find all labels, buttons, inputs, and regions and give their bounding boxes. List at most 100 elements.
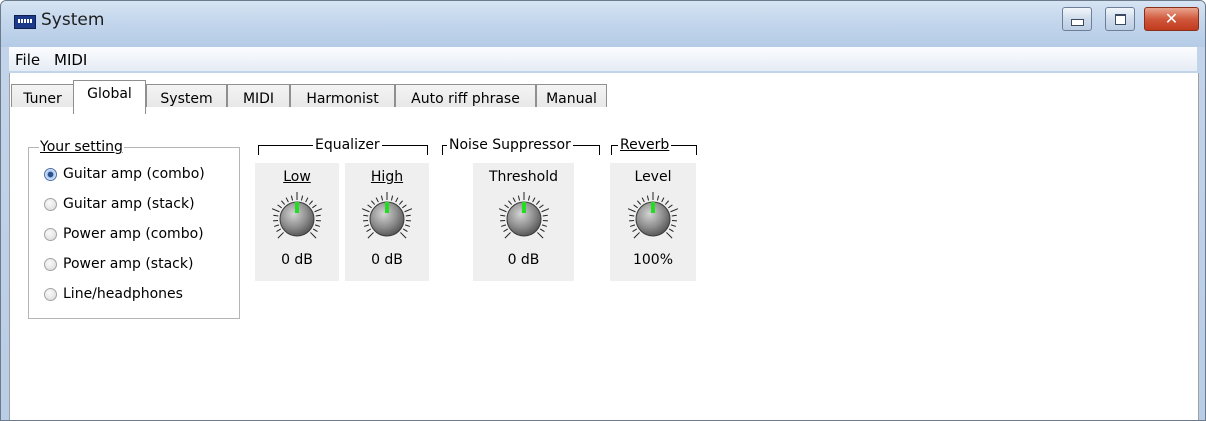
your-setting-title-text: Your setting	[40, 139, 123, 155]
low-label-text: Low	[283, 169, 311, 185]
knob-tick	[633, 204, 638, 209]
radio-power-amp-combo[interactable]: Power amp (combo)	[44, 224, 204, 244]
global-panel: Your setting Guitar amp (combo) Guitar a…	[10, 107, 1198, 419]
knob-tick	[501, 224, 507, 227]
noise-suppressor-title: Noise Suppressor	[447, 137, 573, 153]
knob-tick	[375, 197, 379, 203]
knob-tick	[400, 232, 407, 239]
maximize-icon	[1114, 13, 1126, 25]
client-area: Tuner Global System MIDI Harmonist Auto …	[9, 73, 1199, 420]
knob-tick	[314, 208, 323, 213]
knob-indicator	[295, 202, 299, 213]
knob-tick	[630, 224, 636, 227]
tab-global[interactable]: Global	[73, 80, 146, 114]
knob-tick	[633, 232, 640, 239]
menu-file[interactable]: File	[15, 51, 40, 69]
radio-line-headphones[interactable]: Line/headphones	[44, 284, 183, 304]
knob-tick	[380, 195, 384, 201]
radio-guitar-amp-stack[interactable]: Guitar amp (stack)	[44, 194, 195, 214]
threshold-label: Threshold	[489, 169, 558, 185]
maximize-button[interactable]	[1105, 7, 1135, 31]
radio-icon[interactable]	[44, 227, 57, 241]
threshold-value: 0 dB	[507, 252, 540, 268]
knob-tick	[367, 204, 372, 209]
knob-tick	[668, 228, 674, 232]
knob-tick	[276, 228, 282, 232]
radio-label: Power amp (stack)	[63, 256, 194, 272]
window-title: System	[41, 10, 105, 30]
knob-tick	[274, 224, 280, 227]
knob-tick	[277, 204, 282, 209]
equalizer-title: Equalizer	[313, 137, 382, 153]
knob-tick	[641, 197, 645, 203]
minimize-icon	[1070, 18, 1084, 26]
radio-icon[interactable]	[44, 257, 57, 271]
radio-label: Power amp (combo)	[63, 226, 204, 242]
level-label: Level	[634, 169, 672, 185]
radio-icon[interactable]	[44, 197, 57, 211]
knob-tick	[402, 228, 408, 232]
knob-tick	[404, 224, 410, 227]
knob-tick	[541, 224, 547, 227]
knob-tick	[504, 204, 509, 209]
knob-tick	[664, 200, 669, 205]
high-label: High	[345, 169, 429, 185]
high-label-text: High	[370, 169, 404, 185]
knob-tick	[632, 228, 638, 232]
knob-tick	[671, 214, 677, 217]
title-bar[interactable]: System ✕	[1, 1, 1205, 47]
knob-tick	[271, 208, 280, 213]
knob-tick	[404, 208, 413, 213]
knob-tick	[527, 195, 531, 201]
knob-tick	[290, 195, 294, 201]
minimize-button[interactable]	[1062, 7, 1092, 31]
knob-tick	[395, 197, 399, 203]
knob-indicator	[522, 202, 526, 213]
app-icon[interactable]	[14, 15, 36, 29]
knob-tick	[312, 204, 317, 209]
knob-tick	[627, 208, 636, 213]
radio-guitar-amp-combo[interactable]: Guitar amp (combo)	[44, 164, 205, 184]
knob-tick	[285, 197, 289, 203]
knob-indicator	[385, 202, 389, 213]
knob-tick	[539, 228, 545, 232]
knob-tick	[537, 232, 544, 239]
knob-tick	[661, 197, 665, 203]
threshold-knob[interactable]	[496, 191, 552, 247]
menu-midi[interactable]: MIDI	[54, 51, 87, 69]
radio-label: Guitar amp (stack)	[63, 196, 195, 212]
radio-checked-icon[interactable]	[44, 167, 57, 181]
knob-tick	[535, 200, 540, 205]
knob-tick	[508, 200, 513, 205]
menu-bar: File MIDI	[9, 47, 1197, 71]
knob-indicator	[651, 202, 655, 213]
knob-tick	[364, 224, 370, 227]
level-knob[interactable]	[625, 191, 681, 247]
close-icon: ✕	[1164, 9, 1179, 28]
system-window: System ✕ File MIDI Tuner Global System M…	[0, 0, 1206, 421]
knob-tick	[512, 197, 516, 203]
high-knob[interactable]	[359, 191, 415, 247]
knob-tick	[277, 232, 284, 239]
knob-tick	[273, 214, 279, 217]
radio-power-amp-stack[interactable]: Power amp (stack)	[44, 254, 193, 274]
knob-tick	[541, 208, 550, 213]
close-button[interactable]: ✕	[1144, 7, 1199, 31]
knob-tick	[503, 228, 509, 232]
knob-tick	[405, 214, 411, 217]
radio-label: Guitar amp (combo)	[63, 166, 205, 182]
knob-tick	[629, 214, 635, 217]
level-value: 100%	[632, 252, 674, 268]
knob-tick	[668, 204, 673, 209]
low-value: 0 dB	[281, 252, 313, 268]
knob-tick	[361, 208, 370, 213]
knob-tick	[281, 200, 286, 205]
knob-tick	[539, 204, 544, 209]
knob-tick	[366, 228, 372, 232]
knob-tick	[666, 232, 673, 239]
low-knob[interactable]	[269, 191, 325, 247]
knob-tick	[310, 232, 317, 239]
knob-tick	[312, 228, 318, 232]
reverb-title: Reverb	[618, 137, 672, 153]
radio-icon[interactable]	[44, 287, 57, 301]
